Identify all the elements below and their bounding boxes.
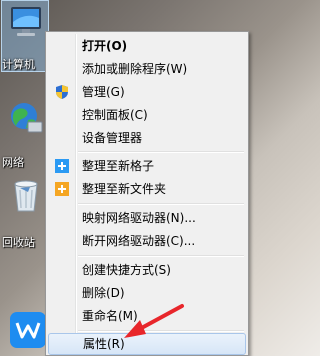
annotation-arrow xyxy=(124,304,184,338)
